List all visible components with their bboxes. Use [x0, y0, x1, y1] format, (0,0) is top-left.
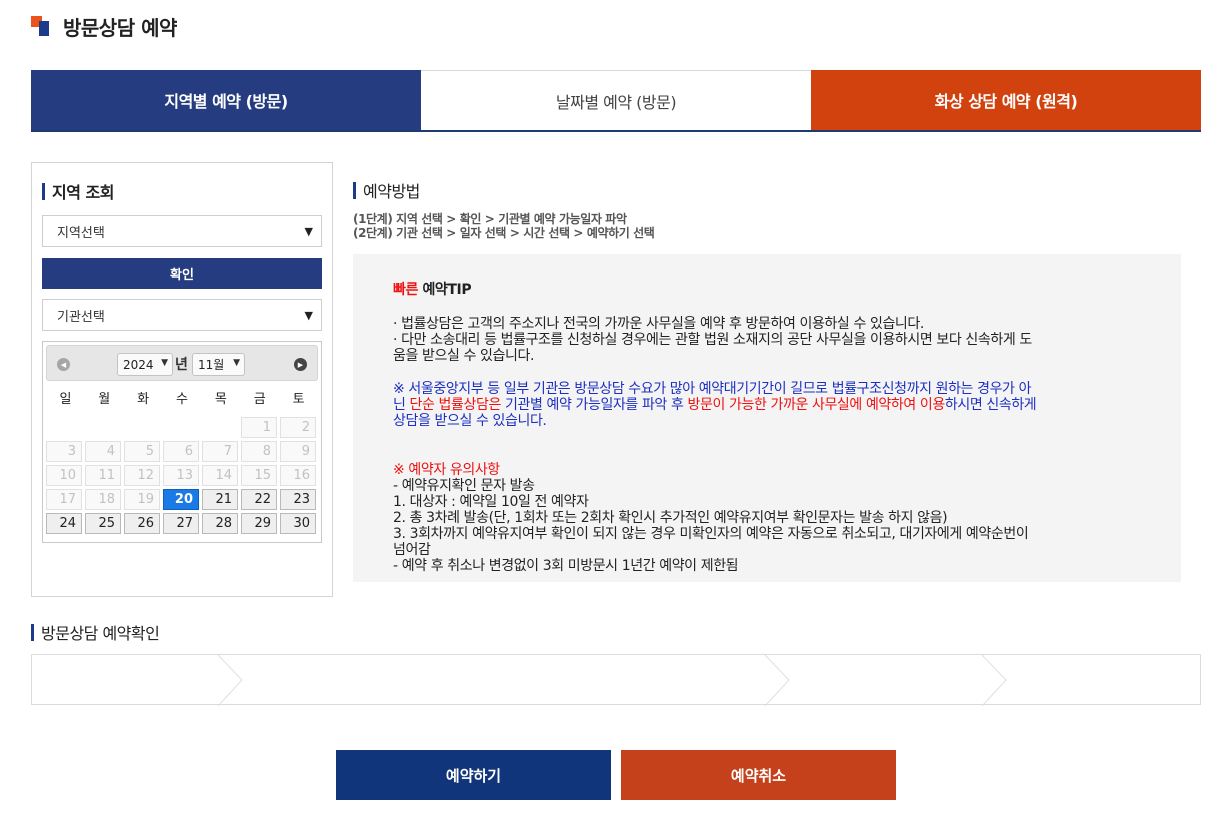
chevron-down-icon: ▼	[304, 225, 313, 238]
calendar-day-3: 3	[46, 441, 82, 462]
region-confirm-button[interactable]: 확인	[42, 258, 322, 289]
tip-line: 움을 받으실 수 있습니다.	[393, 348, 535, 364]
calendar-empty-cell	[202, 417, 238, 438]
calendar-day-5: 5	[124, 441, 160, 462]
caution-line: 3. 3회차까지 예약유지여부 확인이 되지 않는 경우 미확인자의 예약은 자…	[393, 526, 1029, 542]
calendar-day-8: 8	[241, 441, 277, 462]
page-title: 방문상담 예약	[63, 15, 177, 40]
calendar-day-29[interactable]: 29	[241, 513, 277, 534]
calendar-empty-cell	[124, 417, 160, 438]
reserve-button[interactable]: 예약하기	[336, 750, 611, 800]
calendar-day-9: 9	[280, 441, 316, 462]
tab-date-visit[interactable]: 날짜별 예약 (방문)	[421, 70, 811, 130]
caution-title: ※ 예약자 유의사항	[393, 462, 500, 478]
calendar-empty-cell	[85, 417, 121, 438]
caution-line: 넘어감	[393, 542, 431, 558]
cancel-reservation-button[interactable]: 예약취소	[621, 750, 896, 800]
calendar-day-14: 14	[202, 465, 238, 486]
progress-chevrons	[217, 655, 1007, 706]
next-month-icon[interactable]: ▶	[294, 358, 307, 371]
calendar-day-27[interactable]: 27	[163, 513, 199, 534]
chevron-down-icon: ▼	[304, 309, 313, 322]
calendar-day-12: 12	[124, 465, 160, 486]
weekday-wed: 수	[176, 392, 188, 407]
calendar-day-28[interactable]: 28	[202, 513, 238, 534]
calendar-day-19: 19	[124, 489, 160, 510]
year-unit-label: 년	[175, 357, 188, 373]
caution-line: 2. 총 3차례 발송(단, 1회차 또는 2회차 확인시 추가적인 예약유지여…	[393, 510, 948, 526]
calendar-day-10: 10	[46, 465, 82, 486]
calendar-day-26[interactable]: 26	[124, 513, 160, 534]
calendar-day-17: 17	[46, 489, 82, 510]
calendar-day-18: 18	[85, 489, 121, 510]
calendar-day-23[interactable]: 23	[280, 489, 316, 510]
calendar-day-6: 6	[163, 441, 199, 462]
weekday-sun: 일	[59, 392, 72, 407]
calendar-day-20[interactable]: 20	[163, 489, 199, 510]
chevron-down-icon: ▼	[161, 358, 168, 368]
calendar-day-30[interactable]: 30	[280, 513, 316, 534]
calendar-day-1: 1	[241, 417, 277, 438]
page-header: 방문상담 예약	[31, 13, 177, 40]
calendar-day-24[interactable]: 24	[46, 513, 82, 534]
weekday-fri: 금	[253, 392, 266, 407]
tip-line: · 다만 소송대리 등 법률구조를 신청하실 경우에는 관할 법원 소재지의 공…	[393, 332, 1032, 348]
calendar-empty-cell	[46, 417, 82, 438]
region-search-panel: 지역 조회 지역선택 ▼ 확인 기관선택 ▼ ◀ 2024 ▼ 년 11월 ▼ …	[31, 162, 333, 597]
month-select[interactable]: 11월 ▼	[192, 353, 245, 376]
step-1: (1단계) 지역 선택 > 확인 > 기관별 예약 가능일자 파악	[353, 212, 627, 226]
step-2: (2단계) 기관 선택 > 일자 선택 > 시간 선택 > 예약하기 선택	[353, 226, 655, 240]
tip-title: 빠른 예약TIP	[393, 282, 472, 298]
weekday-header: 일 월 화 수 목 금 토	[46, 381, 318, 414]
calendar-day-21[interactable]: 21	[202, 489, 238, 510]
chevron-down-icon: ▼	[233, 358, 240, 368]
calendar-day-13: 13	[163, 465, 199, 486]
calendar-day-2: 2	[280, 417, 316, 438]
calendar-day-4: 4	[85, 441, 121, 462]
weekday-thu: 목	[214, 392, 227, 407]
chevron-right-icon	[764, 655, 790, 706]
caution-line: - 예약유지확인 문자 발송	[393, 478, 535, 494]
calendar-day-25[interactable]: 25	[85, 513, 121, 534]
calendar-day-15: 15	[241, 465, 277, 486]
tab-region-visit[interactable]: 지역별 예약 (방문)	[31, 70, 421, 130]
chevron-right-icon	[217, 655, 243, 706]
caution-line: 1. 대상자 : 예약일 10일 전 예약자	[393, 494, 589, 510]
prev-month-icon[interactable]: ◀	[57, 358, 70, 371]
calendar-header: ◀ 2024 ▼ 년 11월 ▼ ▶	[46, 345, 318, 381]
tip-line: · 법률상담은 고객의 주소지나 전국의 가까운 사무실을 예약 후 방문하여 …	[393, 316, 924, 332]
calendar-day-22[interactable]: 22	[241, 489, 277, 510]
reservation-tip-box: 빠른 예약TIP · 법률상담은 고객의 주소지나 전국의 가까운 사무실을 예…	[353, 254, 1181, 582]
calendar-day-grid: 1 2 3 4 5 6 7 8 9 10 11 12 13 14 15 16 17 18 19 20 21 22 23 24 2…	[46, 417, 318, 534]
method-steps: (1단계) 지역 선택 > 확인 > 기관별 예약 가능일자 파악 (2단계) …	[353, 212, 655, 240]
tab-video-remote[interactable]: 화상 상담 예약 (원격)	[811, 70, 1201, 130]
weekday-sat: 토	[292, 392, 305, 407]
notice-line: 닌 단순 법률상담은 기관별 예약 가능일자를 파악 후 방문이 가능한 가까운…	[393, 397, 1037, 413]
region-search-title: 지역 조회	[42, 179, 114, 203]
year-select[interactable]: 2024 ▼	[117, 353, 173, 376]
notice-line: 상담을 받으실 수 있습니다.	[393, 413, 547, 429]
chevron-right-icon	[981, 655, 1007, 706]
notice-line: ※ 서울중앙지부 등 일부 기관은 방문상담 수요가 많아 예약대기기간이 길므…	[393, 381, 1032, 397]
calendar-empty-cell	[163, 417, 199, 438]
reservation-confirm-title: 방문상담 예약확인	[31, 620, 160, 644]
reservation-progress-bar	[31, 654, 1201, 706]
method-title: 예약방법	[353, 178, 420, 202]
calendar-day-7: 7	[202, 441, 238, 462]
caution-line: - 예약 후 취소나 변경없이 3회 미방문시 1년간 예약이 제한됨	[393, 558, 739, 574]
date-picker-calendar: ◀ 2024 ▼ 년 11월 ▼ ▶ 일 월 화 수 목 금 토 1234567…	[42, 341, 322, 543]
calendar-day-11: 11	[85, 465, 121, 486]
agency-select[interactable]: 기관선택 ▼	[42, 299, 322, 331]
reservation-tabs: 지역별 예약 (방문) 날짜별 예약 (방문) 화상 상담 예약 (원격)	[31, 70, 1201, 132]
title-mark-icon	[31, 16, 51, 36]
weekday-tue: 화	[137, 392, 150, 407]
calendar-day-16: 16	[280, 465, 316, 486]
weekday-mon: 월	[98, 392, 111, 407]
region-select[interactable]: 지역선택 ▼	[42, 215, 322, 247]
